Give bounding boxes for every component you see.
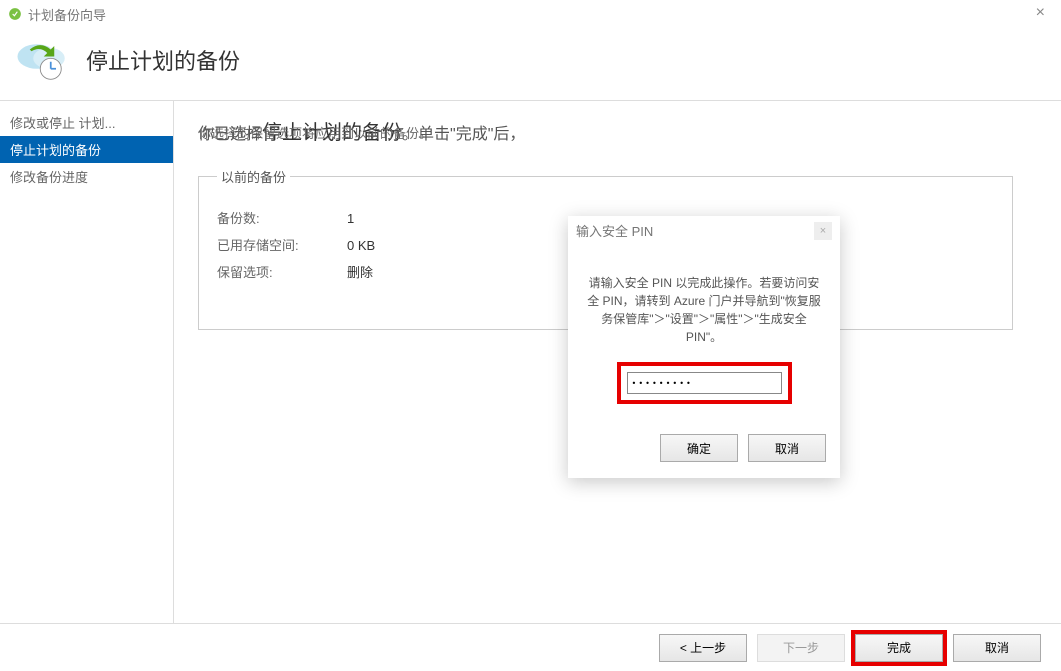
- app-icon: [8, 7, 22, 21]
- desc-line2: 你选择的保留选项将应用到以前的备份。: [198, 125, 432, 143]
- previous-button[interactable]: < 上一步: [659, 634, 747, 662]
- sidebar-item-progress[interactable]: 修改备份进度: [0, 163, 173, 190]
- cancel-button[interactable]: 取消: [953, 634, 1041, 662]
- security-pin-dialog: × 请输入安全 PIN 以完成此操作。若要访问安全 PIN，请转到 Azure …: [568, 216, 840, 478]
- page-header: 停止计划的备份: [0, 28, 1061, 100]
- pin-input-highlight: [617, 362, 792, 404]
- security-pin-input[interactable]: [627, 372, 782, 394]
- page-title: 停止计划的备份: [86, 44, 240, 76]
- backup-wizard-icon: [14, 36, 70, 84]
- main-panel: 你已选择停止计划的备份。单击"完成"后， 你选择的保留选项将应用到以前的备份。 …: [174, 101, 1061, 623]
- label-retention: 保留选项:: [217, 262, 347, 281]
- sidebar-item-modify-stop[interactable]: 修改或停止 计划...: [0, 109, 173, 136]
- pin-ok-button[interactable]: 确定: [660, 434, 738, 462]
- sidebar-item-stop-backup[interactable]: 停止计划的备份: [0, 136, 173, 163]
- next-button: 下一步: [757, 634, 845, 662]
- finish-button[interactable]: 完成: [855, 634, 943, 662]
- value-backup-count: 1: [347, 211, 354, 226]
- pin-title-input[interactable]: [576, 224, 814, 239]
- wizard-footer: < 上一步 下一步 完成 取消: [0, 623, 1061, 671]
- window-title: 计划备份向导: [28, 5, 106, 24]
- value-storage: 0 KB: [347, 238, 375, 253]
- pin-cancel-button[interactable]: 取消: [748, 434, 826, 462]
- main-description: 你已选择停止计划的备份。单击"完成"后， 你选择的保留选项将应用到以前的备份。: [198, 119, 1037, 147]
- close-icon[interactable]: ×: [1028, 2, 1053, 24]
- pin-instruction-text: 请输入安全 PIN 以完成此操作。若要访问安全 PIN，请转到 Azure 门户…: [586, 274, 822, 346]
- titlebar: 计划备份向导 ×: [0, 0, 1061, 28]
- pin-dialog-buttons: 确定 取消: [568, 424, 840, 478]
- label-backup-count: 备份数:: [217, 208, 347, 227]
- label-storage: 已用存储空间:: [217, 235, 347, 254]
- wizard-steps-sidebar: 修改或停止 计划... 停止计划的备份 修改备份进度: [0, 101, 174, 623]
- pin-close-icon[interactable]: ×: [814, 222, 832, 240]
- pin-dialog-header: ×: [568, 216, 840, 246]
- group-legend: 以前的备份: [217, 167, 290, 186]
- pin-dialog-body: 请输入安全 PIN 以完成此操作。若要访问安全 PIN，请转到 Azure 门户…: [568, 246, 840, 424]
- value-retention: 删除: [347, 262, 373, 281]
